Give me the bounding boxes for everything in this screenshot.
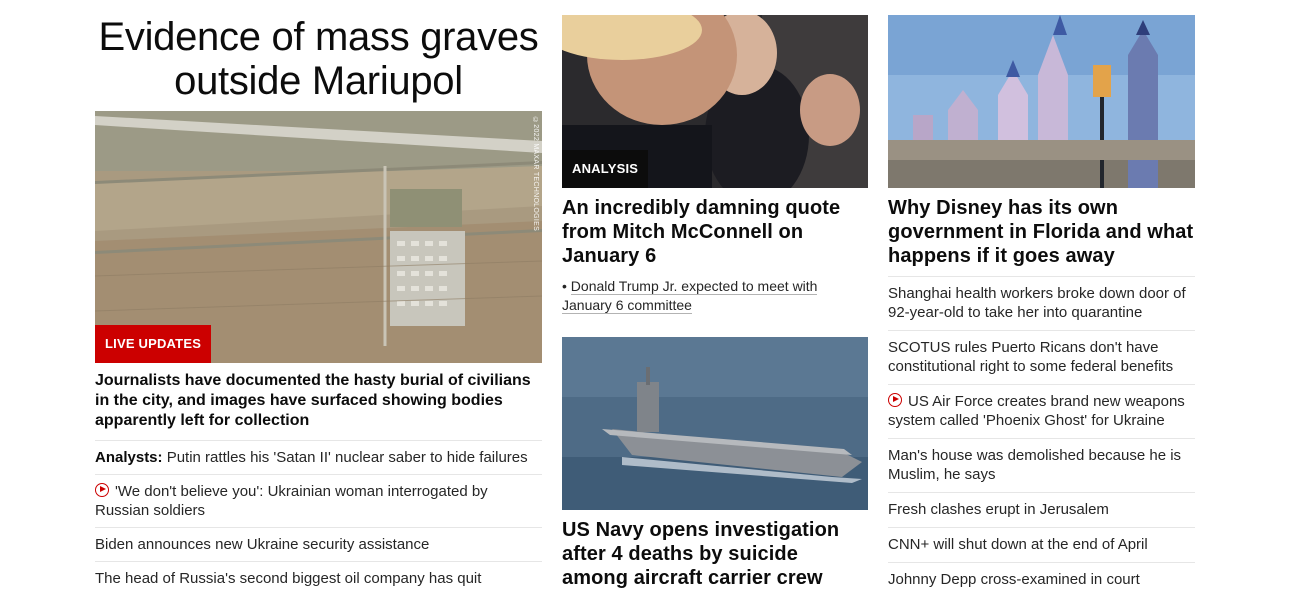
headline-link[interactable]: SCOTUS rules Puerto Ricans don't have co… [888, 339, 1173, 375]
link-text: 'We don't believe you': Ukrainian woman … [95, 483, 488, 519]
list-item: Analysts: Putin rattles his 'Satan II' n… [95, 441, 542, 475]
satellite-image[interactable]: ©2022 MAXAR TECHNOLOGIES LIVE UPDATES [95, 111, 542, 363]
headline-link[interactable]: Man's house was demolished because he is… [888, 447, 1181, 483]
mcconnell-image[interactable]: ANALYSIS [562, 15, 868, 188]
related-link[interactable]: Biden announces new Ukraine security ass… [95, 536, 429, 553]
related-link-video[interactable]: 'We don't believe you': Ukrainian woman … [95, 483, 488, 519]
list-item: Johnny Depp cross-examined in court [888, 563, 1195, 597]
link-prefix: Analysts: [95, 449, 163, 466]
play-circle-icon [888, 393, 902, 407]
list-item: Fresh clashes erupt in Jerusalem [888, 493, 1195, 528]
related-link-trump-jr[interactable]: • Donald Trump Jr. expected to meet with… [562, 278, 818, 314]
related-link[interactable]: The head of Russia's second biggest oil … [95, 570, 481, 587]
headline-link[interactable]: CNN+ will shut down at the end of April [888, 536, 1148, 553]
list-item: Shanghai health workers broke down door … [888, 277, 1195, 331]
navy-headline[interactable]: US Navy opens investigation after 4 deat… [562, 518, 868, 590]
lead-story-summary[interactable]: Journalists have documented the hasty bu… [95, 363, 542, 441]
headline-link[interactable]: Johnny Depp cross-examined in court [888, 571, 1140, 588]
headline-link-video[interactable]: US Air Force creates brand new weapons s… [888, 393, 1185, 429]
analysis-badge: ANALYSIS [562, 150, 649, 188]
live-updates-badge: LIVE UPDATES [95, 325, 212, 363]
list-item: SCOTUS rules Puerto Ricans don't have co… [888, 331, 1195, 385]
mcconnell-headline[interactable]: An incredibly damning quote from Mitch M… [562, 196, 868, 268]
right-column: Why Disney has its own government in Flo… [888, 0, 1195, 597]
aircraft-carrier-image[interactable] [562, 337, 868, 510]
middle-column: ANALYSIS An incredibly damning quote fro… [562, 0, 868, 590]
photo-credit: ©2022 MAXAR TECHNOLOGIES [532, 117, 539, 232]
list-item: Biden announces new Ukraine security ass… [95, 528, 542, 562]
link-text: US Air Force creates brand new weapons s… [888, 393, 1185, 429]
mcconnell-related: • Donald Trump Jr. expected to meet with… [562, 277, 868, 315]
lead-related-list: Analysts: Putin rattles his 'Satan II' n… [95, 441, 542, 595]
bullet: • [562, 278, 567, 294]
disney-castle-image-graphic [888, 15, 1195, 188]
aircraft-carrier-image-graphic [562, 337, 868, 510]
disney-headline[interactable]: Why Disney has its own government in Flo… [888, 196, 1195, 268]
right-headline-list: Shanghai health workers broke down door … [888, 276, 1195, 597]
list-item: CNN+ will shut down at the end of April [888, 528, 1195, 563]
list-item: The head of Russia's second biggest oil … [95, 562, 542, 595]
headline-link[interactable]: Fresh clashes erupt in Jerusalem [888, 501, 1109, 518]
link-text: Putin rattles his 'Satan II' nuclear sab… [166, 449, 528, 466]
list-item: Man's house was demolished because he is… [888, 439, 1195, 493]
disney-castle-image[interactable] [888, 15, 1195, 188]
list-item: US Air Force creates brand new weapons s… [888, 385, 1195, 439]
lead-story-column: Evidence of mass graves outside Mariupol [95, 0, 542, 595]
lead-story-title[interactable]: Evidence of mass graves outside Mariupol [95, 15, 542, 111]
play-circle-icon [95, 483, 109, 497]
related-link-analysts[interactable]: Analysts: Putin rattles his 'Satan II' n… [95, 449, 528, 466]
headline-link[interactable]: Shanghai health workers broke down door … [888, 285, 1186, 321]
link-text: Donald Trump Jr. expected to meet with J… [562, 278, 818, 314]
list-item: 'We don't believe you': Ukrainian woman … [95, 475, 542, 528]
